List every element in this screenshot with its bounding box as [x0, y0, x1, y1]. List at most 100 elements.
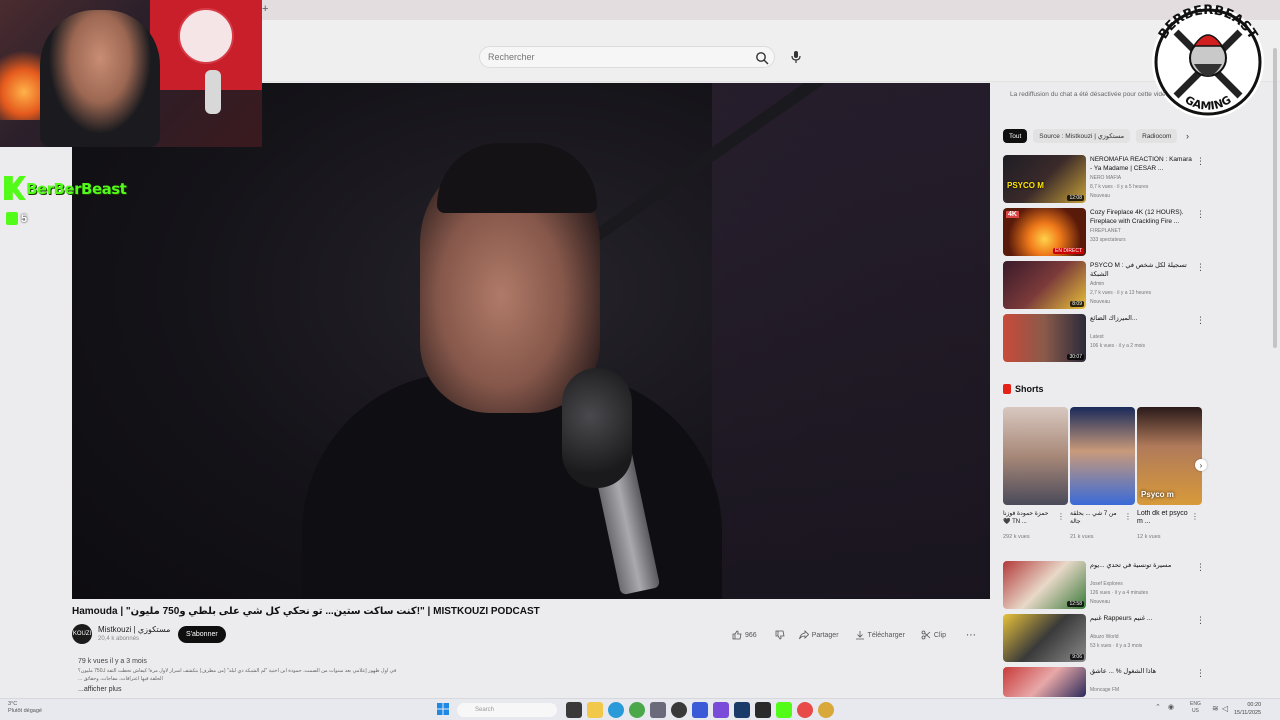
short-views: 12 k vues — [1137, 534, 1161, 540]
chrome-icon[interactable] — [629, 702, 645, 718]
recommended-video[interactable]: 12:58 مسيرة تونسية في تحدي ...يوم Josef … — [1003, 561, 1205, 609]
app-icon[interactable] — [650, 702, 666, 718]
berberbeast-gaming-logo: BERBERBEAST GAMING — [1152, 3, 1264, 118]
download-icon — [855, 631, 864, 640]
video-player[interactable] — [72, 83, 990, 599]
channel-row: KOUZI Mistkouzi | مستكوزي 20,4 k abonnés… — [72, 624, 990, 646]
clock[interactable]: 00:20 15/11/2025 — [1234, 701, 1261, 717]
weather-desc: Plutôt dégagé — [8, 708, 42, 714]
more-actions-button[interactable]: ⋯ — [966, 627, 976, 643]
tray-app-icon[interactable]: ◉ — [1168, 703, 1174, 711]
lang-code: ENG — [1190, 701, 1201, 707]
app-icon[interactable] — [566, 702, 582, 718]
guest-hair — [437, 143, 597, 213]
show-more-link[interactable]: ...afficher plus — [78, 686, 121, 693]
search-input[interactable] — [488, 52, 748, 62]
taskbar-search-label: Search — [475, 707, 495, 713]
rec-title: مسيرة تونسية في تحدي ...يوم — [1090, 562, 1172, 569]
chip-radiocom[interactable]: Radiocom — [1136, 129, 1178, 143]
messenger-icon[interactable] — [692, 702, 708, 718]
terminal-icon[interactable] — [755, 702, 771, 718]
rec-channel: Josef Explores — [1090, 581, 1123, 587]
app-icon[interactable] — [818, 702, 834, 718]
clip-button[interactable]: Clip — [921, 627, 946, 643]
viewer-count: 5 — [21, 212, 28, 225]
kebab-menu-icon[interactable]: ⋮ — [1196, 563, 1205, 572]
edge-browser-icon[interactable] — [608, 702, 624, 718]
search-icon[interactable] — [755, 51, 769, 65]
channel-avatar[interactable]: KOUZI — [72, 624, 92, 644]
scrollbar-thumb[interactable] — [1273, 48, 1277, 348]
kebab-menu-icon[interactable]: ⋮ — [1124, 512, 1132, 521]
rec-title: PSYCO M : تسجيلة لكل شخص في الشبكة — [1090, 262, 1187, 278]
subscribe-button[interactable]: S'abonner — [178, 626, 226, 643]
recommended-video[interactable]: 30:07 الميرزاك الضائع... Latest 106 k vu… — [1003, 314, 1205, 362]
recommended-video[interactable]: PSYCO M 12:08 NEROMAFIA REACTION : Kamar… — [1003, 155, 1205, 203]
shorts-next-chevron-icon[interactable]: › — [1195, 459, 1207, 471]
windows-start-icon[interactable] — [437, 703, 449, 715]
app-icon[interactable] — [713, 702, 729, 718]
kebab-menu-icon[interactable]: ⋮ — [1196, 316, 1205, 325]
viewer-counter: 5 — [6, 212, 27, 225]
streamer-mic — [205, 70, 221, 114]
video-thumbnail: PSYCO M 12:08 — [1003, 155, 1086, 203]
taskbar-search[interactable]: Search — [457, 703, 557, 717]
wifi-icon[interactable]: ≋ — [1212, 704, 1219, 713]
short-views: 292 k vues — [1003, 534, 1030, 540]
kebab-menu-icon[interactable]: ⋮ — [1196, 616, 1205, 625]
streamer-name-badge: BerBerBeast — [2, 172, 127, 202]
short-title: Lotfi dk et psyco m ... — [1137, 510, 1188, 525]
kebab-menu-icon[interactable]: ⋮ — [1196, 210, 1205, 219]
recommended-video[interactable]: 8:09 PSYCO M : تسجيلة لكل شخص في الشبكة … — [1003, 261, 1205, 309]
description-box[interactable]: 79 k vues il y a 3 mois في أول ظهور إعلا… — [72, 654, 990, 698]
weather-temp: 3°C — [8, 701, 18, 707]
scissors-icon — [921, 630, 931, 640]
chips-next-chevron-icon[interactable]: › — [1186, 131, 1189, 141]
short-thumbnail[interactable]: Psyco m — [1137, 407, 1202, 505]
kick-icon — [6, 212, 18, 225]
video-thumbnail: 12:58 — [1003, 561, 1086, 609]
chip-all[interactable]: Tout — [1003, 129, 1028, 143]
volume-icon[interactable]: ◁ — [1222, 704, 1228, 713]
kebab-menu-icon[interactable]: ⋮ — [1196, 263, 1205, 272]
short-title: من 7 شي ... بحلقة جالة — [1070, 511, 1117, 525]
microphone-icon[interactable] — [790, 50, 802, 64]
kick-app-icon[interactable] — [776, 702, 792, 718]
recommended-video[interactable]: 4K EN DIRECT Cozy Fireplace 4K (12 HOURS… — [1003, 208, 1205, 256]
recommended-video[interactable]: هاذا الشغول % ... عاشق Moncage FM ⋮ — [1003, 667, 1203, 697]
system-tray: ⌃ ◉ — [1155, 703, 1174, 711]
search-box[interactable] — [479, 46, 775, 68]
file-explorer-icon[interactable] — [587, 702, 603, 718]
shorts-title: Shorts — [1015, 384, 1044, 394]
share-icon — [798, 630, 809, 640]
duration: 12:08 — [1067, 195, 1084, 201]
download-button[interactable]: Télécharger — [855, 627, 905, 643]
short-thumbnail[interactable] — [1003, 407, 1068, 505]
chip-source[interactable]: Source : Mistkouzi | مستكوزي — [1033, 129, 1131, 143]
language-indicator[interactable]: ENG US — [1190, 701, 1201, 715]
share-button[interactable]: Partager — [798, 627, 839, 643]
kebab-menu-icon[interactable]: ⋮ — [1196, 669, 1203, 678]
like-button[interactable]: 966 — [732, 627, 757, 643]
video-thumbnail: 8:09 — [1003, 261, 1086, 309]
weather-widget[interactable]: 3°C Plutôt dégagé — [8, 701, 42, 715]
duration: 9:06 — [1070, 654, 1084, 660]
chevron-up-icon[interactable]: ⌃ — [1155, 703, 1161, 711]
channel-name[interactable]: Mistkouzi | مستكوزي — [98, 625, 170, 634]
kebab-menu-icon[interactable]: ⋮ — [1191, 512, 1199, 521]
duration: 12:58 — [1067, 601, 1084, 607]
subscriber-count: 20,4 k abonnés — [98, 636, 140, 642]
dislike-button[interactable] — [775, 627, 785, 643]
page-scrollbar[interactable] — [1272, 44, 1278, 699]
obs-icon[interactable] — [671, 702, 687, 718]
recommended-video[interactable]: 9:06 غنيم Rappeurs غنيم ... Abuzo World … — [1003, 614, 1205, 662]
shorts-header: Shorts — [1003, 384, 1044, 394]
filter-chips: Tout Source : Mistkouzi | مستكوزي Radioc… — [1003, 129, 1178, 143]
kebab-menu-icon[interactable]: ⋮ — [1196, 157, 1205, 166]
kebab-menu-icon[interactable]: ⋮ — [1057, 512, 1065, 521]
new-tab-button[interactable]: + — [262, 3, 268, 15]
steam-icon[interactable] — [734, 702, 750, 718]
app-icon[interactable] — [797, 702, 813, 718]
rec-badge: Nouveau — [1090, 193, 1111, 199]
short-thumbnail[interactable] — [1070, 407, 1135, 505]
